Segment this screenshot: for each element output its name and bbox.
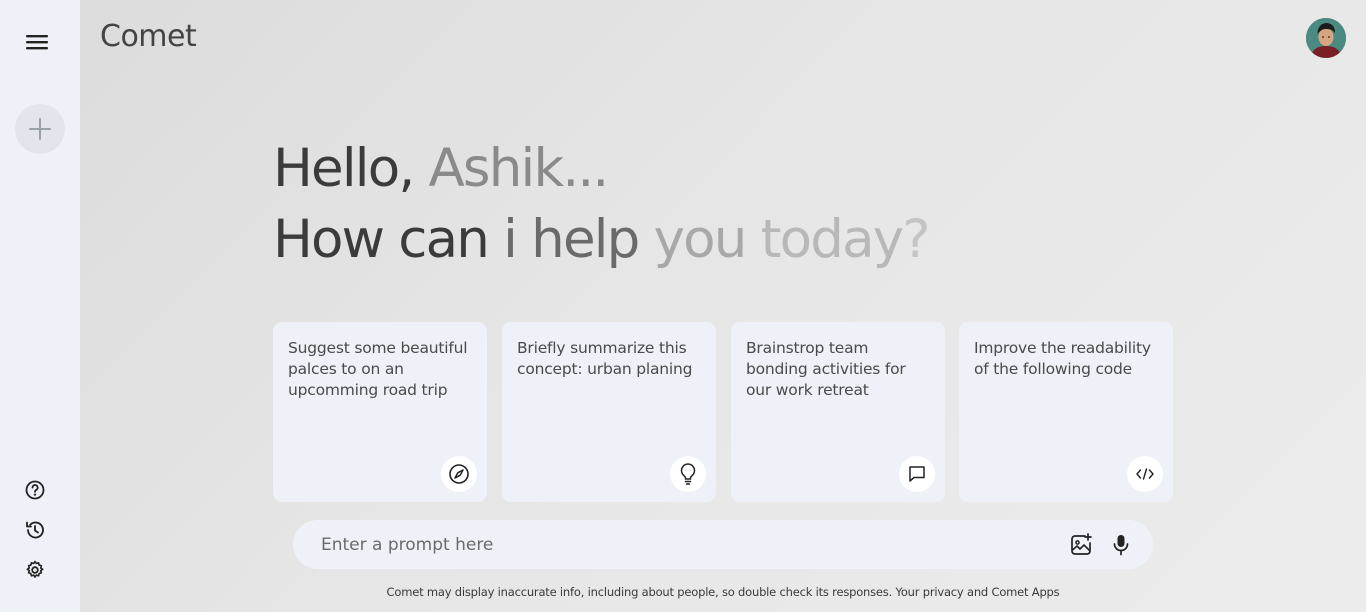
privacy-link[interactable]: Your privacy and Comet Apps [896, 585, 1060, 599]
card-icon-wrap [899, 456, 935, 492]
help-icon [25, 480, 45, 500]
add-image-icon [1071, 533, 1092, 555]
gear-icon [26, 560, 44, 578]
greeting-hello: Hello, [273, 138, 415, 199]
help-button[interactable] [22, 477, 48, 503]
greeting-part: you [653, 209, 748, 270]
card-icon-wrap [441, 456, 477, 492]
greeting-heading: Hello, Ashik... How can i help you today… [273, 133, 931, 275]
suggestion-card-text: Briefly summarize this concept: urban pl… [517, 339, 693, 378]
suggestion-card[interactable]: Improve the readability of the following… [959, 322, 1173, 502]
compass-icon [449, 464, 469, 484]
app-window: Comet Hello, Ashik... How can i help you… [0, 0, 1366, 612]
main-content: Comet Hello, Ashik... How can i help you… [80, 0, 1366, 612]
greeting-part: How can [273, 209, 490, 270]
avatar-image [1306, 18, 1346, 58]
voice-input-button[interactable] [1108, 532, 1134, 558]
suggestion-card-text: Improve the readability of the following… [974, 339, 1151, 378]
user-avatar[interactable] [1306, 18, 1346, 58]
prompt-bar [293, 520, 1153, 569]
suggestion-card-text: Suggest some beautiful palces to on an u… [288, 339, 468, 399]
greeting-part: help [531, 209, 640, 270]
suggestion-card[interactable]: Suggest some beautiful palces to on an u… [273, 322, 487, 502]
history-icon [26, 521, 44, 539]
greeting-part: today [760, 209, 904, 270]
greeting-line-1: Hello, Ashik... [273, 133, 929, 204]
lightbulb-icon [680, 463, 696, 485]
greeting-part: i [503, 209, 518, 270]
sidebar [0, 0, 80, 612]
plus-icon [29, 118, 51, 140]
disclaimer-text: Comet may display inaccurate info, inclu… [386, 585, 893, 599]
greeting-part: ? [902, 209, 930, 270]
activity-button[interactable] [22, 517, 48, 543]
message-icon [909, 466, 925, 482]
new-chat-button[interactable] [15, 104, 65, 154]
microphone-icon [1113, 535, 1129, 556]
suggestion-card[interactable]: Briefly summarize this concept: urban pl… [502, 322, 716, 502]
app-title: Comet [100, 19, 197, 54]
upload-image-button[interactable] [1068, 532, 1094, 558]
card-icon-wrap [670, 456, 706, 492]
hamburger-menu-icon [26, 35, 48, 50]
settings-button[interactable] [22, 557, 48, 583]
card-icon-wrap [1127, 456, 1163, 492]
suggestion-card-text: Brainstrop team bonding activities for o… [746, 339, 906, 399]
disclaimer: Comet may display inaccurate info, inclu… [80, 585, 1366, 599]
code-icon [1136, 468, 1154, 480]
menu-button[interactable] [22, 27, 52, 57]
suggestion-card[interactable]: Brainstrop team bonding activities for o… [731, 322, 945, 502]
greeting-line-2: How can i help you today? [273, 204, 931, 275]
prompt-input[interactable] [321, 520, 1041, 569]
greeting-username: Ashik... [428, 138, 609, 199]
